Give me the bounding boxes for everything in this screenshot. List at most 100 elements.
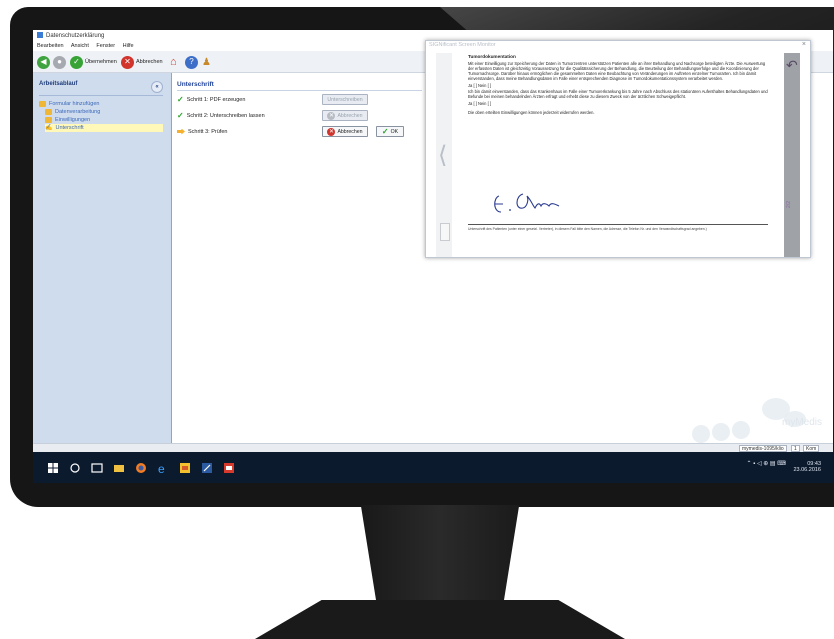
sidebar-divider (39, 95, 163, 96)
sidebar-item-label: Datenverarbeitung (55, 109, 101, 115)
step-2: ✓ Schritt 2: Unterschreiben lassen (177, 111, 265, 120)
step-label: Schritt 3: Prüfen (188, 128, 228, 135)
forward-button[interactable]: ● (53, 55, 66, 69)
cancel-button[interactable]: ✕ Abbrechen (322, 126, 368, 137)
document-page: Tumordokumentation Mit einer Einwilligun… (468, 54, 768, 251)
menu-fenster[interactable]: Fenster (96, 43, 115, 49)
step-1: ✓ Schritt 1: PDF erzeugen (177, 95, 245, 104)
search-icon[interactable] (69, 461, 81, 473)
back-button[interactable]: ◀ (37, 55, 50, 69)
step-3: Schritt 3: Prüfen (177, 127, 227, 136)
ok-button[interactable]: ✓ OK (376, 126, 404, 137)
sidebar-item-datenverarbeitung[interactable]: Datenverarbeitung (45, 108, 100, 116)
tray-icons[interactable]: ⌃ ▪ ◁ ⊕ ▤ ⌨ (746, 461, 785, 467)
clock-date: 23.06.2016 (793, 467, 821, 473)
forward-icon: ● (53, 55, 66, 69)
sidebar-title: Arbeitsablauf (39, 81, 78, 87)
right-toolbar-rail: ↶ 2/2 (784, 53, 800, 257)
step-label: Schritt 1: PDF erzeugen (186, 96, 246, 103)
check-icon: ✓ (177, 95, 184, 104)
sidebar-item-formular[interactable]: Formular hinzufügen (39, 100, 99, 108)
sidebar-item-label: Einwilligungen (55, 117, 91, 123)
ok-check-icon: ✓ (381, 127, 389, 136)
firefox-icon[interactable] (135, 461, 147, 473)
check-circle-icon: ✓ (70, 55, 83, 69)
app-folder-icon[interactable] (179, 461, 191, 473)
help-icon: ? (185, 55, 198, 69)
signature-monitor-window: SIGNificant Screen Monitor × ⟨ ↶ 2/2 Tum… (425, 40, 811, 258)
windows-start-icon[interactable] (47, 461, 59, 473)
sidebar-item-unterschrift[interactable]: ✍ Unterschrift (45, 124, 163, 132)
ok-button-label: OK (390, 128, 399, 135)
menu-hilfe[interactable]: Hilfe (123, 43, 134, 49)
back-icon: ◀ (37, 55, 50, 69)
status-count: 1 (791, 445, 800, 452)
explorer-icon[interactable] (113, 461, 125, 473)
sidebar-item-einwilligungen[interactable]: Einwilligungen (45, 116, 90, 124)
doc-choice-2: Ja [ ] Nein [ ] (468, 101, 491, 107)
cancel-disabled-button[interactable]: ✕ Abbrechen (322, 110, 368, 121)
signature-line (468, 224, 768, 225)
page-indicator: 2/2 (786, 201, 792, 208)
app-active-icon[interactable] (201, 461, 213, 473)
doc-heading: Tumordokumentation (468, 54, 516, 59)
sidebar-item-label: Formular hinzufügen (49, 101, 100, 107)
page-thumbnail (440, 223, 450, 241)
watermark-petal (732, 421, 750, 439)
check-icon: ✓ (177, 111, 184, 120)
task-view-icon[interactable] (91, 461, 103, 473)
edge-icon[interactable]: e (157, 461, 169, 476)
svg-text:e: e (158, 462, 165, 474)
system-tray: ⌃ ▪ ◁ ⊕ ▤ ⌨ 09:43 23.06.2016 (746, 461, 821, 473)
accept-button-label: Übernehmen (85, 59, 117, 65)
folder-icon (39, 101, 46, 107)
home-button[interactable]: ⌂ (170, 55, 177, 69)
chevron-left-icon: ⟨ (438, 141, 448, 169)
doc-choice-1: Ja [ ] Nein [ ] (468, 82, 491, 88)
arrow-right-icon (177, 128, 185, 135)
status-mode: Kom (803, 445, 820, 452)
sign-button[interactable]: Unterschreiben (322, 94, 368, 105)
cancel-toolbar-button[interactable]: ✕ Abbrechen (121, 55, 163, 69)
watermark-text: myMedis (782, 417, 823, 428)
sign-button-label: Unterschreiben (327, 96, 363, 103)
cancel-toolbar-label: Abbrechen (136, 59, 163, 65)
step-label: Schritt 2: Unterschreiben lassen (186, 112, 265, 119)
doc-paragraph-1: Mit einer Einwilligung zur Speicherung d… (468, 60, 766, 81)
pen-icon: ✍ (45, 125, 53, 131)
undo-icon[interactable]: ↶ (786, 58, 798, 74)
collapse-icon[interactable]: « (151, 81, 163, 93)
status-user: mymedis-1095/klio (739, 445, 787, 452)
doc-paragraph-2: Ich bin damit einverstanden, dass das Kr… (468, 89, 768, 100)
watermark-petal (712, 423, 730, 441)
document-icon (45, 109, 52, 115)
taskbar: e ⌃ ▪ ◁ ⊕ ▤ ⌨ 09:43 23.06.2016 (33, 452, 833, 483)
sidebar-item-label: Unterschrift (55, 125, 84, 131)
signature-caption: Unterschrift des Patienten (unter einer … (468, 227, 707, 231)
close-icon[interactable]: × (802, 41, 806, 48)
watermark-petal (692, 425, 710, 443)
window-title: Datenschutzerklärung (46, 33, 105, 39)
cancel-button-label: Abbrechen (337, 128, 363, 135)
cancel-disabled-label: Abbrechen (337, 112, 363, 119)
pdf-app-icon[interactable] (223, 461, 235, 473)
sidebar: Arbeitsablauf « Formular hinzufügen Date… (33, 73, 172, 443)
monitor-stand-base (255, 600, 625, 639)
users-icon: ♟ (202, 56, 211, 68)
help-button[interactable]: ? (185, 55, 198, 69)
app-icon (37, 32, 43, 39)
handwritten-signature (494, 193, 560, 213)
cancel-icon: ✕ (327, 127, 336, 136)
document-icon (45, 117, 52, 123)
sidebar-header: Arbeitsablauf « (39, 81, 163, 93)
accept-button[interactable]: ✓ Übernehmen (70, 55, 117, 69)
cancel-circle-icon: ✕ (121, 55, 134, 69)
users-button[interactable]: ♟ (202, 55, 211, 69)
modal-title: SIGNificant Screen Monitor (429, 42, 496, 48)
monitor: Datenschutzerklärung Bearbeiten Ansicht … (0, 0, 834, 639)
doc-paragraph-3: Die oben erteilten Einwilligungen können… (468, 110, 595, 116)
home-icon: ⌂ (170, 56, 177, 68)
menu-ansicht[interactable]: Ansicht (71, 43, 89, 49)
cancel-icon: ✕ (327, 111, 336, 120)
menu-bearbeiten[interactable]: Bearbeiten (37, 43, 64, 49)
